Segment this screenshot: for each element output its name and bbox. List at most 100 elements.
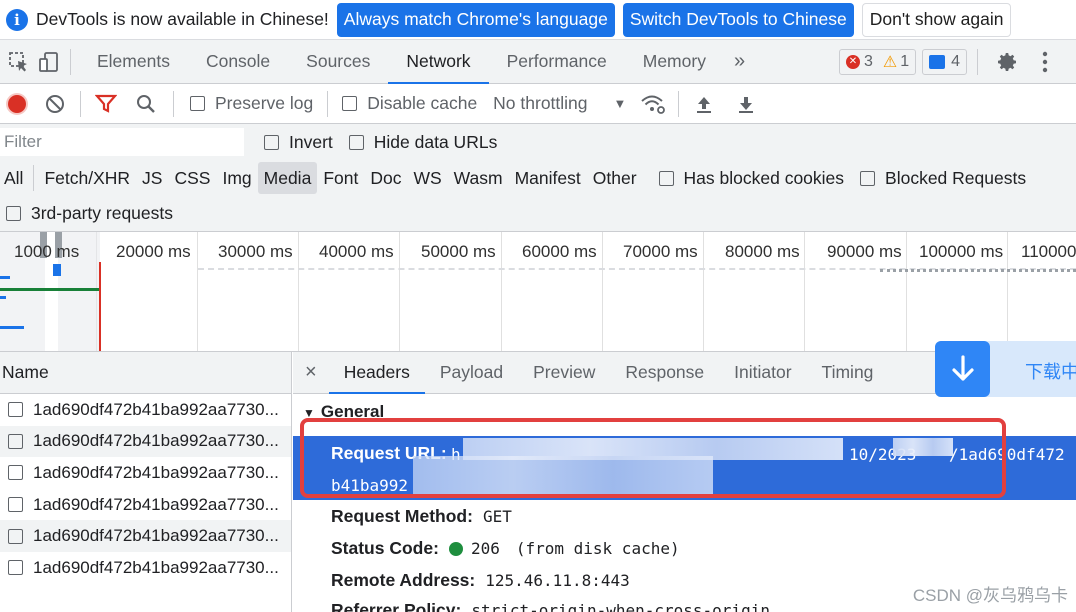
- messages-counter[interactable]: 4: [922, 48, 967, 75]
- timeline-gridline: [197, 232, 198, 351]
- status-code-row: Status Code: 206 (from disk cache): [331, 538, 680, 559]
- download-status-text: 下载中: [1025, 362, 1076, 382]
- invert-checkbox[interactable]: [264, 134, 279, 150]
- always-match-language-button[interactable]: Always match Chrome's language: [336, 2, 615, 37]
- tab-response[interactable]: Response: [610, 352, 719, 394]
- type-fetch-xhr[interactable]: Fetch/XHR: [38, 162, 136, 194]
- record-icon[interactable]: [8, 94, 26, 113]
- more-tabs-button[interactable]: »: [724, 40, 755, 84]
- type-img[interactable]: Img: [216, 162, 257, 194]
- request-method-row: Request Method: GET: [331, 506, 512, 527]
- table-row[interactable]: 1ad690df472b41ba992aa7730...: [0, 520, 291, 552]
- filter-funnel-icon[interactable]: [91, 89, 121, 119]
- throttling-select[interactable]: No throttling: [493, 93, 587, 114]
- disable-cache-checkbox[interactable]: [342, 96, 358, 111]
- timeline-gridline: [804, 232, 805, 351]
- download-widget[interactable]: 下载中: [935, 341, 1076, 397]
- request-name: 1ad690df472b41ba992aa7730...: [33, 557, 279, 577]
- timeline-load-line: [0, 288, 100, 291]
- throttling-dropdown-icon[interactable]: ▼: [614, 96, 627, 111]
- timeline-load-event-marker: [99, 262, 101, 351]
- disable-cache-label: Disable cache: [367, 93, 478, 113]
- tab-console[interactable]: Console: [188, 40, 288, 84]
- type-manifest[interactable]: Manifest: [509, 162, 587, 194]
- status-code-label: Status Code:: [331, 538, 439, 558]
- preserve-log-checkbox[interactable]: [190, 96, 205, 111]
- issues-counter[interactable]: ✕ 3 ⚠ 1: [838, 48, 917, 75]
- referrer-policy-row: Referrer Policy: strict-origin-when-cros…: [331, 600, 770, 612]
- devtools-main-toolbar: Elements Console Sources Network Perform…: [0, 40, 1076, 84]
- row-icon: [8, 497, 23, 513]
- type-all[interactable]: All: [0, 162, 29, 194]
- third-party-checkbox[interactable]: [6, 206, 21, 221]
- has-blocked-cookies-checkbox[interactable]: [658, 170, 674, 186]
- filter-input[interactable]: Filter: [0, 128, 244, 156]
- timeline-request-bar: [0, 276, 10, 279]
- type-wasm[interactable]: Wasm: [448, 162, 509, 194]
- tab-memory[interactable]: Memory: [625, 40, 724, 84]
- inspect-element-icon[interactable]: [4, 47, 34, 77]
- resource-type-filter: All Fetch/XHR JS CSS Img Media Font Doc …: [0, 160, 1076, 196]
- row-icon: [8, 402, 23, 418]
- tab-sources[interactable]: Sources: [288, 40, 388, 84]
- timeline-tick-label: 80000 ms: [725, 242, 800, 261]
- close-detail-button[interactable]: ×: [293, 352, 329, 394]
- device-toolbar-icon[interactable]: [34, 47, 64, 77]
- table-row[interactable]: 1ad690df472b41ba992aa7730...: [0, 425, 291, 458]
- table-row[interactable]: 1ad690df472b41ba992aa7730...: [0, 489, 291, 521]
- gear-icon[interactable]: [992, 47, 1022, 77]
- tab-performance[interactable]: Performance: [489, 40, 625, 84]
- clear-icon[interactable]: [40, 89, 70, 119]
- tab-timing[interactable]: Timing: [807, 352, 889, 394]
- timeline-tick-label: 50000 ms: [421, 242, 496, 261]
- referrer-policy-value: strict-origin-when-cross-origin: [471, 601, 770, 612]
- type-js[interactable]: JS: [136, 162, 168, 194]
- timeline-tick-label: 110000: [1021, 242, 1076, 261]
- timeline-tick-label: 1000 ms: [14, 242, 80, 261]
- network-toolbar: Preserve log Disable cache No throttling…: [0, 84, 1076, 124]
- tab-initiator[interactable]: Initiator: [719, 352, 806, 394]
- remote-address-label: Remote Address:: [331, 570, 476, 590]
- preserve-log-label: Preserve log: [215, 93, 314, 113]
- blocked-requests-checkbox[interactable]: [860, 170, 876, 186]
- toolbar-divider: [678, 90, 680, 117]
- kebab-menu-icon[interactable]: [1030, 47, 1060, 77]
- export-har-icon[interactable]: [731, 89, 761, 119]
- network-overview-timeline[interactable]: 1000 ms 20000 ms 30000 ms 40000 ms 50000…: [0, 232, 1076, 352]
- type-font[interactable]: Font: [317, 162, 364, 194]
- status-note: (from disk cache): [515, 539, 680, 558]
- hide-data-urls-checkbox[interactable]: [348, 134, 364, 150]
- download-arrow-icon: [935, 341, 990, 397]
- warning-icon: ⚠: [882, 53, 898, 71]
- name-column-header[interactable]: Name: [0, 352, 291, 394]
- infobar-message: DevTools is now available in Chinese!: [36, 9, 329, 29]
- import-har-icon[interactable]: [689, 89, 719, 119]
- type-doc[interactable]: Doc: [364, 162, 407, 194]
- table-row[interactable]: 1ad690df472b41ba992aa7730...: [0, 552, 291, 584]
- type-css[interactable]: CSS: [168, 162, 216, 194]
- row-icon: [8, 560, 23, 576]
- tab-elements[interactable]: Elements: [77, 40, 188, 84]
- table-row[interactable]: 1ad690df472b41ba992aa7730...: [0, 457, 291, 489]
- request-list: Name 1ad690df472b41ba992aa7730... 1ad690…: [0, 352, 292, 612]
- timeline-gridline: [501, 232, 502, 351]
- table-row[interactable]: 1ad690df472b41ba992aa7730...: [0, 394, 291, 426]
- tab-headers[interactable]: Headers: [328, 352, 426, 394]
- type-ws[interactable]: WS: [407, 162, 447, 194]
- search-icon[interactable]: [131, 89, 161, 119]
- tab-preview[interactable]: Preview: [518, 352, 610, 394]
- filter-bar: Filter Invert Hide data URLs: [0, 124, 1076, 160]
- request-name: 1ad690df472b41ba992aa7730...: [33, 494, 279, 514]
- dont-show-again-button[interactable]: Don't show again: [861, 2, 1012, 37]
- switch-to-chinese-button[interactable]: Switch DevTools to Chinese: [622, 2, 854, 37]
- type-other[interactable]: Other: [587, 162, 643, 194]
- request-name: 1ad690df472b41ba992aa7730...: [33, 462, 279, 482]
- toolbar-divider: [173, 90, 174, 117]
- third-party-filter-row: 3rd-party requests: [0, 196, 1076, 232]
- request-name: 1ad690df472b41ba992aa7730...: [33, 431, 279, 451]
- type-media[interactable]: Media: [257, 162, 318, 194]
- tab-payload[interactable]: Payload: [425, 352, 518, 394]
- network-conditions-icon[interactable]: [638, 89, 668, 119]
- timeline-tick-label: 20000 ms: [116, 242, 191, 261]
- tab-network[interactable]: Network: [388, 40, 489, 84]
